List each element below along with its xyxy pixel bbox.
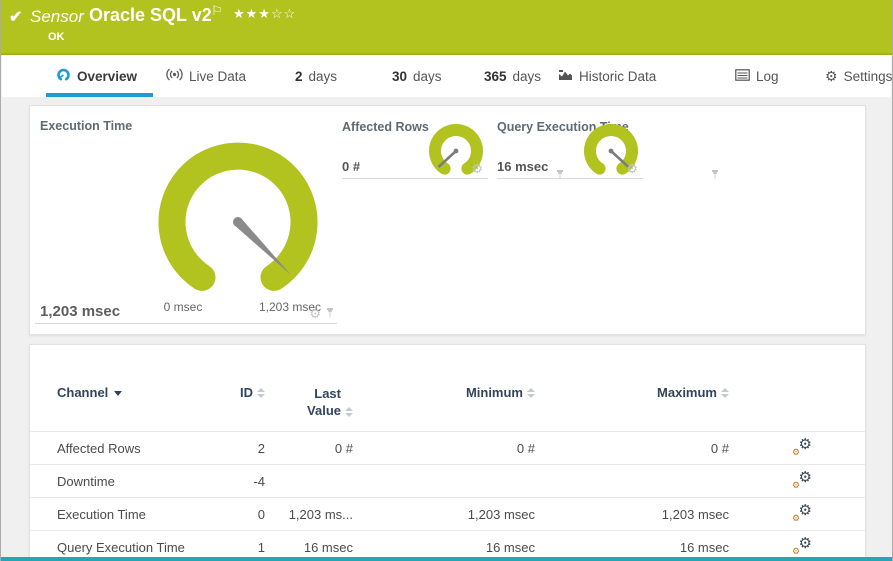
sort-icon: [721, 388, 729, 398]
tab-365-days-number: 365: [484, 68, 507, 84]
gauge-gear-icon[interactable]: ⚙: [309, 307, 321, 320]
tab-overview-label: Overview: [77, 68, 138, 84]
channel-minimum: 0 #: [516, 440, 535, 456]
tab-2-days-label: days: [308, 68, 338, 84]
affected-rows-gauge-section: Affected Rows 0 # ⚙: [342, 114, 564, 181]
sensor-page: ✔ Sensor Oracle SQL v2 ⚐ ★★★☆☆ OK Overvi…: [0, 0, 893, 561]
channel-id: -4: [253, 473, 265, 489]
historic-data-icon: [558, 69, 573, 84]
sort-icon: [257, 388, 265, 398]
tab-30-days-label: days: [413, 68, 442, 84]
caret-down-icon: [114, 391, 123, 396]
sensor-header: ✔ Sensor Oracle SQL v2 ⚐ ★★★☆☆ OK: [1, 0, 892, 55]
active-tab-underline: [46, 93, 153, 97]
flag-icon[interactable]: ⚐: [211, 3, 223, 19]
table-row[interactable]: Downtime -4 ⚙ ⚙: [30, 464, 865, 497]
sensor-title: Oracle SQL v2: [89, 5, 212, 25]
tab-historic-data-label: Historic Data: [579, 68, 657, 84]
execution-time-gauge-section: Execution Time 0 msec 1,203 msec 1,203 m…: [35, 114, 337, 324]
execution-time-gauge-value: 1,203 msec: [40, 303, 121, 320]
execution-time-gauge-title: Execution Time: [40, 119, 133, 133]
channel-settings-icon[interactable]: ⚙ ⚙: [792, 536, 812, 556]
tab-live-data-label: Live Data: [189, 68, 247, 84]
channel-minimum: 16 msec: [485, 539, 535, 555]
tab-log-label: Log: [756, 68, 779, 84]
channel-minimum: 1,203 msec: [467, 506, 535, 522]
gauge-gear-icon[interactable]: ⚙: [626, 162, 638, 175]
column-header-channel[interactable]: Channel: [57, 385, 215, 400]
column-header-id[interactable]: ID: [215, 385, 265, 400]
tab-365-days-label: days: [512, 68, 542, 84]
column-header-minimum[interactable]: Minimum: [353, 385, 535, 400]
channel-maximum: 0 #: [710, 440, 729, 456]
tab-2-days-number: 2: [295, 68, 303, 84]
column-header-maximum[interactable]: Maximum: [535, 385, 729, 400]
channel-last-value: 0 #: [334, 440, 353, 456]
sort-icon: [345, 407, 353, 417]
tab-30-days[interactable]: 30 days: [392, 55, 442, 97]
channel-last-value: 1,203 ms...: [288, 506, 353, 522]
status-badge: OK: [48, 31, 65, 43]
column-header-last-value[interactable]: Last Value: [265, 385, 353, 419]
stars-filled: ★★★: [233, 6, 271, 21]
table-row[interactable]: Affected Rows 2 0 # 0 # 0 # ⚙ ⚙: [30, 431, 865, 464]
gauge-pin-icon[interactable]: [325, 308, 335, 319]
execution-time-gauge: [158, 142, 318, 291]
tab-live-data[interactable]: Live Data: [166, 55, 246, 97]
affected-rows-gauge-title: Affected Rows: [342, 120, 429, 134]
channel-id: 1: [257, 539, 265, 555]
table-header-row: Channel ID Last Value Minimum Maximum: [30, 345, 865, 431]
table-row[interactable]: Execution Time 0 1,203 ms... 1,203 msec …: [30, 497, 865, 530]
channel-maximum: 16 msec: [679, 539, 729, 555]
log-icon: [735, 68, 750, 84]
channel-settings-icon[interactable]: ⚙ ⚙: [792, 503, 812, 523]
tab-log[interactable]: Log: [735, 55, 779, 97]
tab-settings[interactable]: ⚙ Settings: [825, 55, 892, 97]
channel-name[interactable]: Affected Rows: [57, 441, 215, 456]
gauge-scale-min: 0 msec: [163, 300, 203, 314]
channel-settings-icon[interactable]: ⚙ ⚙: [792, 470, 812, 490]
channel-name[interactable]: Execution Time: [57, 507, 215, 522]
tab-365-days[interactable]: 365 days: [484, 55, 541, 97]
channel-id: 2: [257, 440, 265, 456]
channel-name[interactable]: Query Execution Time: [57, 540, 215, 555]
channel-settings-icon[interactable]: ⚙ ⚙: [792, 437, 812, 457]
tab-bar: Overview Live Data 2 days 30 days 365 da…: [2, 55, 892, 97]
live-data-icon: [166, 68, 183, 84]
status-check-icon: ✔: [9, 9, 23, 26]
channel-maximum: 1,203 msec: [661, 506, 729, 522]
channel-name[interactable]: Downtime: [57, 474, 215, 489]
stars-empty: ☆☆: [270, 6, 297, 21]
sort-icon: [527, 388, 535, 398]
channels-table-panel: Channel ID Last Value Minimum Maximum Af…: [29, 344, 866, 558]
tab-overview[interactable]: Overview: [56, 55, 137, 97]
tab-30-days-number: 30: [392, 68, 408, 84]
query-execution-time-gauge-value: 16 msec: [497, 159, 549, 174]
tab-2-days[interactable]: 2 days: [295, 55, 337, 97]
settings-gear-icon: ⚙: [825, 68, 838, 84]
channel-id: 0: [257, 506, 265, 522]
query-execution-time-gauge-section: Query Execution Time 16 msec ⚙: [497, 114, 719, 181]
affected-rows-gauge-value: 0 #: [342, 159, 361, 174]
bottom-section-edge: [1, 557, 892, 561]
gauges-panel: Execution Time 0 msec 1,203 msec 1,203 m…: [29, 105, 866, 335]
gauge-icon: [56, 67, 71, 85]
channel-last-value: 16 msec: [303, 539, 353, 555]
tab-settings-label: Settings: [843, 68, 893, 84]
priority-stars[interactable]: ★★★☆☆: [233, 6, 296, 22]
sensor-kind-label: Sensor: [30, 7, 84, 26]
gauge-gear-icon[interactable]: ⚙: [471, 162, 483, 175]
tab-historic-data[interactable]: Historic Data: [558, 55, 656, 97]
